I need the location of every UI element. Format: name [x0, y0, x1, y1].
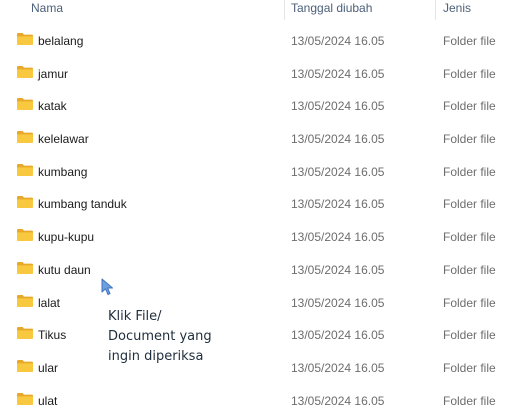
- file-date-modified: 13/05/2024 16.05: [291, 164, 385, 179]
- mouse-pointer-icon: [101, 278, 113, 295]
- file-list-row[interactable]: kutu daun 13/05/2024 16.05 Folder file: [0, 254, 511, 287]
- file-type: Folder file: [443, 262, 496, 277]
- file-name: katak: [38, 99, 67, 114]
- file-name: jamur: [38, 66, 69, 81]
- file-list-row[interactable]: katak 13/05/2024 16.05 Folder file: [0, 90, 511, 123]
- file-name: Tikus: [38, 328, 67, 343]
- annotation-line: Document yang: [108, 329, 212, 344]
- file-type: Folder file: [443, 393, 496, 408]
- folder-icon: [17, 196, 33, 209]
- file-date-modified: 13/05/2024 16.05: [291, 295, 385, 310]
- file-name: ulat: [38, 393, 58, 408]
- annotation-line: Klik File/: [108, 309, 162, 324]
- file-name: kupu-kupu: [38, 230, 95, 245]
- folder-icon: [17, 327, 33, 340]
- folder-icon: [17, 33, 33, 45]
- column-divider[interactable]: [435, 0, 436, 20]
- file-name: kumbang: [38, 164, 88, 179]
- file-name: belalang: [38, 34, 84, 48]
- column-header-name[interactable]: Nama: [31, 0, 63, 18]
- file-date-modified: 13/05/2024 16.05: [291, 34, 385, 48]
- folder-icon: [17, 131, 33, 144]
- column-divider[interactable]: [284, 0, 285, 20]
- file-date-modified: 13/05/2024 16.05: [291, 328, 385, 343]
- file-date-modified: 13/05/2024 16.05: [291, 360, 385, 375]
- folder-icon: [17, 392, 33, 405]
- file-list-row[interactable]: ulat 13/05/2024 16.05 Folder file: [0, 385, 511, 417]
- file-date-modified: 13/05/2024 16.05: [291, 230, 385, 245]
- file-name: lalat: [38, 295, 61, 310]
- folder-icon: [17, 65, 33, 78]
- folder-icon: [17, 359, 33, 372]
- file-name: kutu daun: [38, 262, 91, 277]
- file-list-row[interactable]: belalang 13/05/2024 16.05 Folder file: [0, 25, 511, 58]
- file-date-modified: 13/05/2024 16.05: [291, 262, 385, 277]
- file-type: Folder file: [443, 230, 496, 245]
- annotation-line: ingin diperiksa: [108, 349, 204, 364]
- file-date-modified: 13/05/2024 16.05: [291, 66, 385, 81]
- file-date-modified: 13/05/2024 16.05: [291, 132, 385, 147]
- file-type: Folder file: [443, 295, 496, 310]
- file-name: ular: [38, 360, 59, 375]
- file-type: Folder file: [443, 34, 496, 48]
- column-header-type[interactable]: Jenis: [443, 0, 471, 18]
- annotation-note: Klik File/ Document yang ingin diperiksa: [108, 307, 278, 367]
- file-date-modified: 13/05/2024 16.05: [291, 197, 385, 212]
- folder-icon: [17, 98, 33, 111]
- file-type: Folder file: [443, 328, 496, 343]
- file-type: Folder file: [443, 99, 496, 114]
- file-type: Folder file: [443, 164, 496, 179]
- file-list-row[interactable]: kumbang tanduk 13/05/2024 16.05 Folder fil…: [0, 188, 511, 221]
- folder-icon: [17, 261, 33, 274]
- file-date-modified: 13/05/2024 16.05: [291, 393, 385, 408]
- file-list-row[interactable]: kumbang 13/05/2024 16.05 Folder file: [0, 156, 511, 189]
- file-list-row[interactable]: kelelawar 13/05/2024 16.05 Folder file: [0, 123, 511, 156]
- folder-icon: [17, 163, 33, 176]
- file-type: Folder file: [443, 132, 496, 147]
- file-name: kelelawar: [38, 132, 89, 147]
- folder-icon: [17, 229, 33, 242]
- file-name: kumbang tanduk: [38, 197, 127, 212]
- file-list-row[interactable]: kupu-kupu 13/05/2024 16.05 Folder file: [0, 221, 511, 254]
- file-type: Folder file: [443, 360, 496, 375]
- file-type: Folder file: [443, 66, 496, 81]
- file-type: Folder file: [443, 197, 496, 212]
- column-header: Nama Tanggal diubah Jenis: [0, 0, 511, 20]
- column-header-date-modified[interactable]: Tanggal diubah: [291, 0, 372, 18]
- file-date-modified: 13/05/2024 16.05: [291, 99, 385, 114]
- folder-icon: [17, 294, 33, 307]
- file-list-row[interactable]: jamur 13/05/2024 16.05 Folder file: [0, 58, 511, 91]
